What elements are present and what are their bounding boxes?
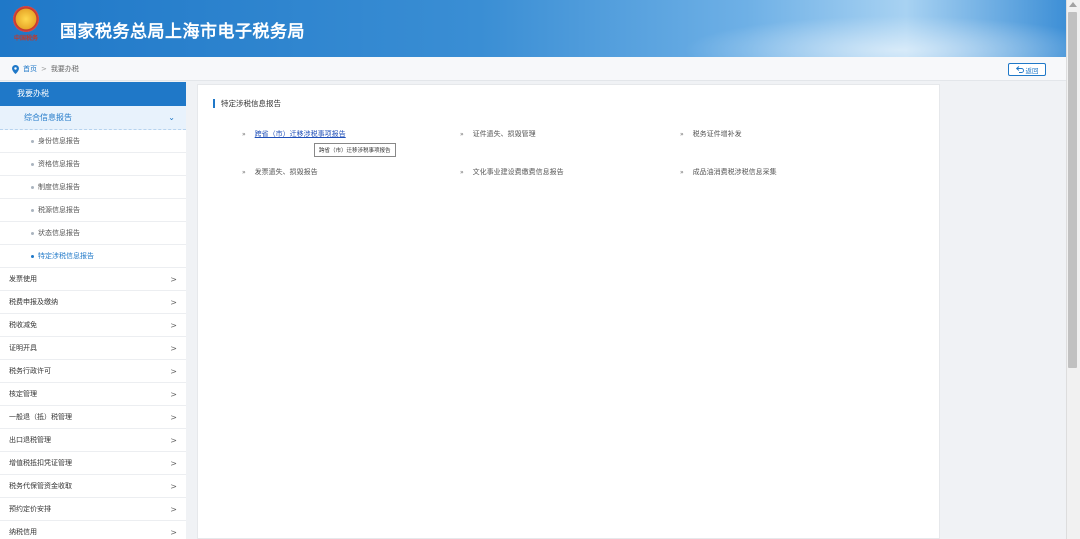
chevron-right-icon: > — [170, 298, 177, 307]
chevron-down-icon: ⌄ — [168, 113, 175, 122]
double-arrow-icon: » — [460, 130, 464, 138]
double-arrow-icon: » — [242, 168, 246, 176]
site-title: 国家税务总局上海市电子税务局 — [60, 22, 305, 42]
link-culture-fee-info[interactable]: » 文化事业建设费缴费信息报告 — [460, 167, 564, 177]
chevron-right-icon: > — [170, 528, 177, 537]
chevron-right-icon: > — [170, 321, 177, 330]
breadcrumb-home[interactable]: 首页 — [23, 64, 37, 74]
sidebar-item[interactable]: 证明开具 > — [0, 337, 186, 360]
bullet-dot-icon — [31, 209, 34, 212]
bullet-dot-icon — [31, 255, 34, 258]
chevron-right-icon: > — [170, 367, 177, 376]
sidebar-subitem[interactable]: 制度信息报告 — [0, 176, 186, 199]
sidebar-group-label: 综合信息报告 — [24, 113, 72, 122]
chevron-right-icon: > — [170, 344, 177, 353]
double-arrow-icon: » — [680, 130, 684, 138]
double-arrow-icon: » — [680, 168, 684, 176]
back-button[interactable]: 返回 — [1008, 63, 1046, 76]
link-refined-oil-tax-info[interactable]: » 成品油消费税涉税信息采集 — [680, 167, 777, 177]
sidebar-subitem[interactable]: 资格信息报告 — [0, 153, 186, 176]
back-arrow-icon — [1015, 66, 1024, 73]
breadcrumb-current: 我要办税 — [50, 65, 79, 73]
scrollbar-thumb[interactable] — [1068, 12, 1077, 368]
sidebar-group-comprehensive-info[interactable]: 综合信息报告 ⌄ — [0, 106, 186, 130]
sidebar-item[interactable]: 税务代保管资金收取 > — [0, 475, 186, 498]
top-header: 中国税务 国家税务总局上海市电子税务局 — [0, 0, 1066, 57]
main-content-panel: 特定涉税信息报告 » 跨省（市）迁移涉税事项报告 » 证件遗失、损毁管理 » 税… — [197, 84, 940, 539]
sidebar-item[interactable]: 税务行政许可 > — [0, 360, 186, 383]
breadcrumb-separator: > — [41, 65, 47, 73]
breadcrumb-bar: 首页 > 我要办税 — [0, 57, 1066, 81]
bullet-dot-icon — [31, 140, 34, 143]
sidebar-item[interactable]: 预约定价安排 > — [0, 498, 186, 521]
link-certificate-reissue[interactable]: » 税务证件增补发 — [680, 129, 742, 139]
double-arrow-icon: » — [242, 130, 246, 138]
chevron-right-icon: > — [170, 275, 177, 284]
link-cross-province-migration[interactable]: » 跨省（市）迁移涉税事项报告 — [242, 129, 346, 139]
bullet-dot-icon — [31, 232, 34, 235]
chevron-right-icon: > — [170, 459, 177, 468]
sidebar-subitem[interactable]: 身份信息报告 — [0, 130, 186, 153]
tooltip: 跨省（市）迁移涉税事项报告 — [314, 143, 396, 157]
scroll-up-arrow-icon[interactable] — [1069, 2, 1077, 7]
chevron-right-icon: > — [170, 436, 177, 445]
sidebar-menu: 我要办税 综合信息报告 ⌄ 身份信息报告 资格信息报告 制度信息报告 税源信息报… — [0, 82, 186, 539]
sidebar-item[interactable]: 纳税信用 > — [0, 521, 186, 539]
chevron-right-icon: > — [170, 413, 177, 422]
sidebar-subitem[interactable]: 状态信息报告 — [0, 222, 186, 245]
sidebar-subitem-active[interactable]: 特定涉税信息报告 — [0, 245, 186, 268]
chevron-right-icon: > — [170, 390, 177, 399]
section-title: 特定涉税信息报告 — [213, 99, 281, 108]
sidebar-item[interactable]: 出口退税管理 > — [0, 429, 186, 452]
sidebar-item[interactable]: 发票使用 > — [0, 268, 186, 291]
sidebar-item[interactable]: 核定管理 > — [0, 383, 186, 406]
sidebar-item[interactable]: 税收减免 > — [0, 314, 186, 337]
bullet-dot-icon — [31, 186, 34, 189]
sidebar-heading[interactable]: 我要办税 — [0, 82, 186, 106]
bullet-dot-icon — [31, 163, 34, 166]
chevron-right-icon: > — [170, 482, 177, 491]
double-arrow-icon: » — [460, 168, 464, 176]
sidebar-item[interactable]: 增值税抵扣凭证管理 > — [0, 452, 186, 475]
breadcrumb: 首页 > 我要办税 — [12, 64, 79, 74]
sidebar-item[interactable]: 一般退（抵）税管理 > — [0, 406, 186, 429]
tax-emblem-logo: 中国税务 — [11, 6, 41, 46]
chevron-right-icon: > — [170, 505, 177, 514]
sidebar-subitem[interactable]: 税源信息报告 — [0, 199, 186, 222]
sidebar-item[interactable]: 税费申报及缴纳 > — [0, 291, 186, 314]
location-pin-icon — [12, 64, 19, 74]
link-certificate-loss[interactable]: » 证件遗失、损毁管理 — [460, 129, 536, 139]
header-decoration — [646, 10, 1066, 57]
link-invoice-loss[interactable]: » 发票遗失、损毁报告 — [242, 167, 318, 177]
back-button-label: 返回 — [1025, 66, 1039, 75]
